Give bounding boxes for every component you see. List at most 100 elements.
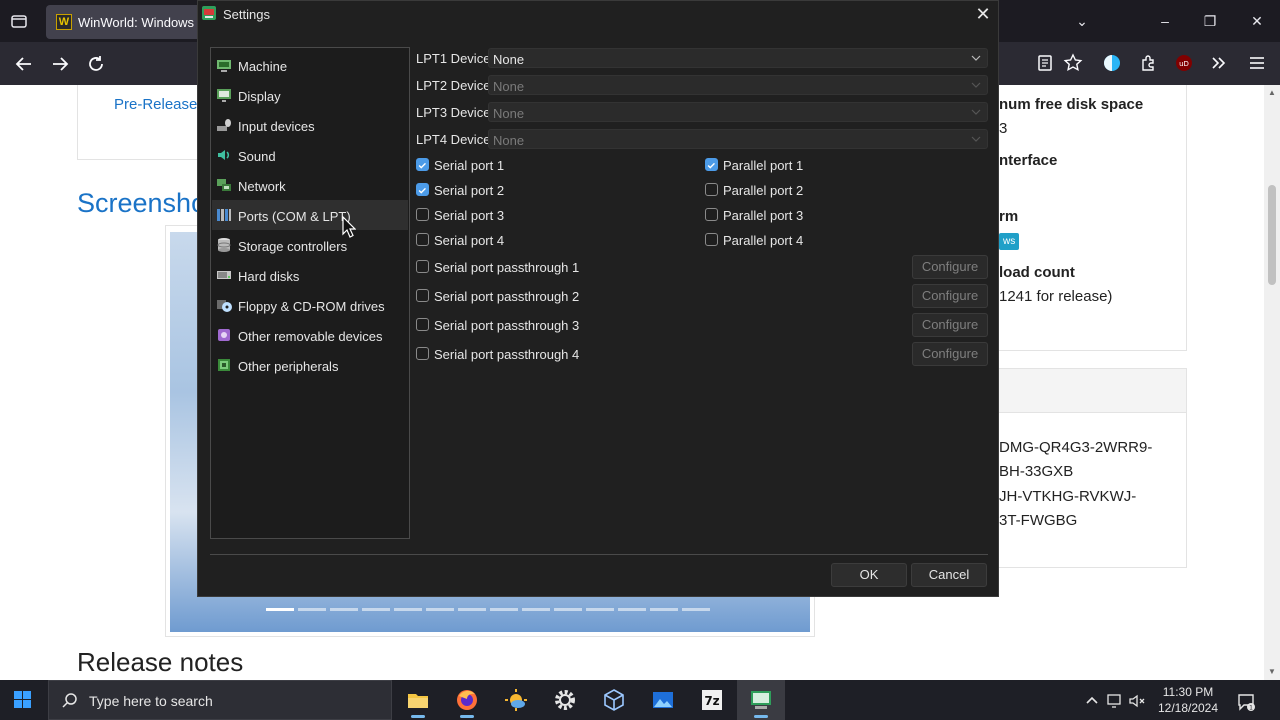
scrollbar-thumb[interactable]: [1268, 185, 1276, 285]
taskbar-settings[interactable]: [541, 680, 589, 720]
category-label: Other removable devices: [238, 329, 383, 344]
reload-icon[interactable]: [85, 53, 107, 75]
forward-arrow-icon[interactable]: [49, 53, 71, 75]
checkbox-checked-icon: [416, 158, 429, 171]
clock-time: 11:30 PM: [1162, 685, 1214, 699]
parallel-port-label: Parallel port 1: [723, 158, 804, 173]
configure-passthrough-4-button[interactable]: Configure: [912, 342, 988, 366]
photos-icon: [653, 692, 673, 708]
taskbar-file-explorer[interactable]: [394, 680, 442, 720]
configure-passthrough-2-button[interactable]: Configure: [912, 284, 988, 308]
category-storage-controllers[interactable]: Storage controllers: [212, 230, 408, 260]
parallel-port-2-checkbox[interactable]: Parallel port 2: [705, 181, 865, 199]
carousel-indicators[interactable]: [266, 608, 716, 611]
bookmark-star-icon[interactable]: [1063, 53, 1083, 73]
parallel-port-label: Parallel port 2: [723, 183, 804, 198]
checkbox-unchecked-icon: [416, 233, 429, 246]
taskbar-7zip[interactable]: 7z: [688, 680, 736, 720]
lpt2-row: LPT2 Device: None: [416, 75, 988, 95]
reader-view-icon[interactable]: [1035, 53, 1055, 73]
serial-port-2-checkbox[interactable]: Serial port 2: [416, 181, 576, 199]
category-ports[interactable]: Ports (COM & LPT): [212, 200, 408, 230]
serial-port-label: Serial port 2: [434, 183, 505, 198]
ports-icon: [217, 209, 231, 221]
dialog-close-icon[interactable]: ✕: [972, 4, 994, 26]
passthrough-label: Serial port passthrough 4: [434, 347, 580, 362]
category-list[interactable]: Machine Display Input devices Sound Netw…: [210, 47, 410, 539]
window-close-icon[interactable]: ✕: [1247, 11, 1267, 31]
winworld-favicon-icon: W: [56, 14, 72, 30]
lpt4-row: LPT4 Device: None: [416, 129, 988, 149]
lpt2-device-value: None: [493, 79, 525, 94]
browser-tab[interactable]: W WinWorld: Windows 9: [46, 5, 206, 39]
checkbox-unchecked-icon: [416, 208, 429, 221]
serial-port-1-checkbox[interactable]: Serial port 1: [416, 156, 576, 174]
windows-start-icon[interactable]: [0, 680, 46, 720]
volume-muted-icon[interactable]: [1128, 692, 1146, 710]
serial-port-label: Serial port 1: [434, 158, 505, 173]
category-other-peripherals[interactable]: Other peripherals: [212, 350, 408, 380]
tab-list-chevron-icon[interactable]: ⌄: [1072, 11, 1092, 31]
hamburger-menu-icon[interactable]: [1247, 53, 1267, 73]
minimize-icon[interactable]: –: [1155, 11, 1175, 31]
parallel-port-4-checkbox[interactable]: Parallel port 4: [705, 231, 865, 249]
lpt3-device-select[interactable]: None: [488, 102, 988, 122]
scroll-down-arrow-icon[interactable]: ▼: [1267, 667, 1277, 677]
category-network[interactable]: Network: [212, 170, 408, 200]
checkbox-unchecked-icon: [416, 318, 429, 331]
ok-button[interactable]: OK: [831, 563, 907, 587]
serial-passthrough-4-checkbox[interactable]: Serial port passthrough 4: [416, 345, 636, 363]
taskbar-86box[interactable]: [737, 680, 785, 720]
page-scrollbar[interactable]: ▲ ▼: [1264, 85, 1280, 680]
taskbar-clock[interactable]: 11:30 PM 12/18/2024: [1150, 684, 1226, 716]
taskbar-search-box[interactable]: Type here to search: [48, 680, 392, 720]
pre-release-link[interactable]: Pre-Release: [114, 96, 197, 113]
restore-icon[interactable]: ❐: [1200, 11, 1220, 31]
category-input-devices[interactable]: Input devices: [212, 110, 408, 140]
lpt2-device-select[interactable]: None: [488, 75, 988, 95]
cancel-button[interactable]: Cancel: [911, 563, 987, 587]
platform-badge: ws: [999, 233, 1020, 250]
lpt1-device-select[interactable]: None: [488, 48, 988, 68]
category-hard-disks[interactable]: Hard disks: [212, 260, 408, 290]
taskbar-virtualbox[interactable]: [590, 680, 638, 720]
taskbar-weather[interactable]: [492, 680, 540, 720]
serial-port-label: Serial port 3: [434, 208, 505, 223]
dialog-titlebar[interactable]: Settings ✕: [198, 1, 998, 29]
lpt3-device-value: None: [493, 106, 525, 121]
parallel-port-1-checkbox[interactable]: Parallel port 1: [705, 156, 865, 174]
show-hidden-icons-chevron-up-icon[interactable]: [1083, 692, 1101, 710]
pre-release-card: Pre-Release: [77, 85, 207, 160]
extensions-icon[interactable]: [1138, 53, 1158, 73]
checkbox-checked-icon: [416, 183, 429, 196]
peripherals-icon: [218, 359, 230, 371]
lpt4-device-select[interactable]: None: [488, 129, 988, 149]
scroll-up-arrow-icon[interactable]: ▲: [1267, 88, 1277, 98]
network-status-icon[interactable]: [1106, 692, 1124, 710]
configure-passthrough-3-button[interactable]: Configure: [912, 313, 988, 337]
notifications-icon[interactable]: 1: [1236, 692, 1256, 712]
taskbar-photos[interactable]: [639, 680, 687, 720]
checkbox-unchecked-icon: [705, 233, 718, 246]
configure-passthrough-1-button[interactable]: Configure: [912, 255, 988, 279]
serial-port-4-checkbox[interactable]: Serial port 4: [416, 231, 576, 249]
download-count-value: 1241 for release): [999, 288, 1113, 305]
svg-text:uD: uD: [1179, 60, 1189, 68]
serial-passthrough-2-checkbox[interactable]: Serial port passthrough 2: [416, 287, 636, 305]
serial-port-3-checkbox[interactable]: Serial port 3: [416, 206, 576, 224]
parallel-port-3-checkbox[interactable]: Parallel port 3: [705, 206, 865, 224]
category-display[interactable]: Display: [212, 80, 408, 110]
serial-passthrough-1-checkbox[interactable]: Serial port passthrough 1: [416, 258, 636, 276]
category-floppy-cdrom[interactable]: Floppy & CD-ROM drives: [212, 290, 408, 320]
account-icon[interactable]: [1102, 53, 1122, 73]
serial-passthrough-3-checkbox[interactable]: Serial port passthrough 3: [416, 316, 636, 334]
ublock-origin-icon[interactable]: uD: [1174, 53, 1194, 73]
more-tools-chevrons-icon[interactable]: [1209, 53, 1229, 73]
category-other-removable[interactable]: Other removable devices: [212, 320, 408, 350]
screenshots-heading: Screensho: [77, 188, 207, 218]
category-sound[interactable]: Sound: [212, 140, 408, 170]
tab-overview-icon[interactable]: [8, 10, 30, 32]
category-machine[interactable]: Machine: [212, 50, 408, 80]
taskbar-firefox[interactable]: [443, 680, 491, 720]
back-arrow-icon[interactable]: [13, 53, 35, 75]
